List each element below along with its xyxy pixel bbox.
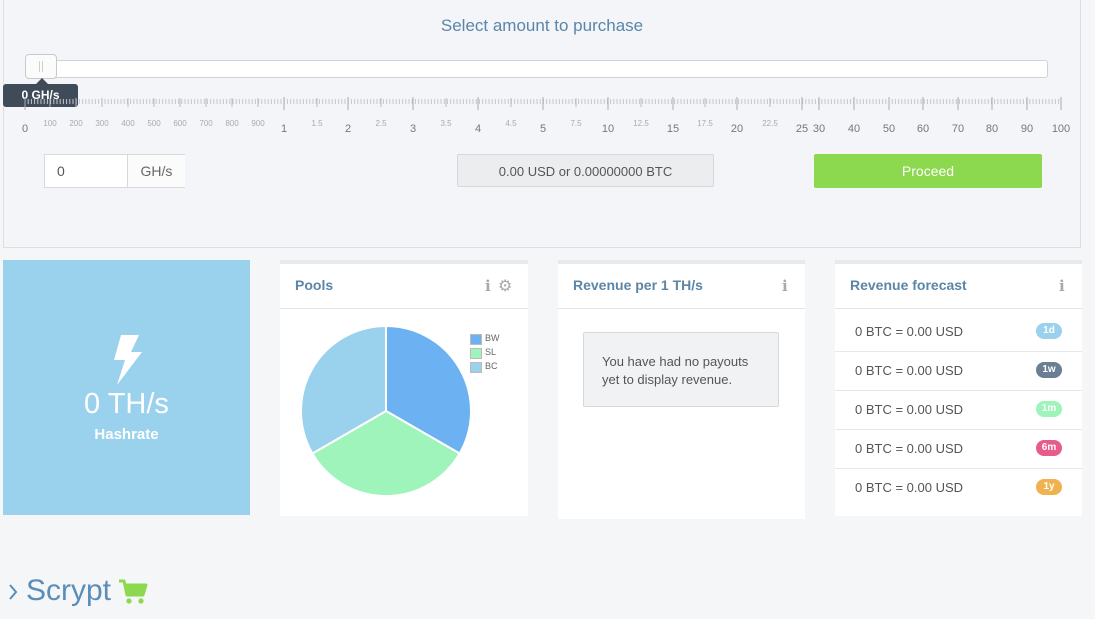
cart-icon[interactable] bbox=[118, 579, 148, 605]
no-payouts-line-1: You have had no payouts bbox=[602, 354, 749, 369]
proceed-button[interactable]: Proceed bbox=[814, 154, 1042, 188]
period-badge: 1d bbox=[1036, 323, 1062, 339]
scale-major-label: 40 bbox=[848, 123, 860, 135]
amount-unit-label: GH/s bbox=[127, 155, 185, 187]
scale-major-label: 25 bbox=[796, 123, 808, 135]
info-icon[interactable]: i bbox=[1059, 277, 1065, 295]
purchase-title: Select amount to purchase bbox=[440, 16, 644, 35]
legend-swatch bbox=[470, 348, 482, 359]
amount-input-group: GH/s bbox=[44, 154, 185, 188]
legend-swatch bbox=[470, 334, 482, 345]
revenue-panel-header: Revenue per 1 TH/s i bbox=[558, 264, 805, 309]
forecast-row: 0 BTC = 0.00 USD 6m bbox=[835, 429, 1082, 469]
hashrate-value: 0 TH/s bbox=[84, 388, 169, 420]
scale-major-label: 1 bbox=[281, 123, 287, 135]
info-icon[interactable]: i bbox=[485, 277, 491, 295]
scale-major-label: 80 bbox=[986, 123, 998, 135]
scale-major-label: 0 bbox=[22, 123, 28, 135]
scale-minor-label: 200 bbox=[69, 119, 83, 128]
revenue-panel: Revenue per 1 TH/s i You have had no pay… bbox=[558, 260, 805, 519]
forecast-value: 0 BTC = 0.00 USD bbox=[855, 324, 964, 339]
legend-label: SL bbox=[485, 347, 497, 357]
gear-icon[interactable]: ⚙ bbox=[498, 276, 512, 296]
period-badge: 6m bbox=[1036, 440, 1062, 456]
legend-item-bw: BW bbox=[469, 332, 500, 346]
pools-legend: BW SL BC bbox=[469, 332, 500, 374]
forecast-value: 0 BTC = 0.00 USD bbox=[855, 480, 964, 495]
scale-major-label: 50 bbox=[883, 123, 895, 135]
scale-major-label: 20 bbox=[731, 123, 743, 135]
forecast-value: 0 BTC = 0.00 USD bbox=[855, 363, 964, 378]
legend-label: BW bbox=[485, 333, 500, 343]
forecast-row: 0 BTC = 0.00 USD 1m bbox=[835, 390, 1082, 430]
scale-minor-label: 17.5 bbox=[697, 119, 713, 128]
pools-title: Pools bbox=[295, 277, 334, 293]
legend-label: BC bbox=[485, 361, 498, 371]
amount-slider-handle[interactable] bbox=[25, 54, 57, 79]
scale-minor-label: 3.5 bbox=[440, 119, 452, 128]
forecast-value: 0 BTC = 0.00 USD bbox=[855, 402, 964, 417]
pools-panel-header: Pools i ⚙ bbox=[280, 264, 528, 309]
price-display: 0.00 USD or 0.00000000 BTC bbox=[457, 154, 714, 187]
amount-input[interactable] bbox=[45, 155, 127, 187]
hashrate-tile: 0 TH/s Hashrate bbox=[3, 260, 250, 515]
forecast-panel: Revenue forecast i 0 BTC = 0.00 USD 1d 0 B… bbox=[835, 260, 1082, 516]
scale-major-label: 70 bbox=[952, 123, 964, 135]
scale-major-label: 5 bbox=[540, 123, 546, 135]
scale-major-label: 4 bbox=[475, 123, 481, 135]
scale-minor-label: 700 bbox=[199, 119, 213, 128]
forecast-title: Revenue forecast bbox=[850, 277, 967, 293]
scale-minor-label: 12.5 bbox=[633, 119, 649, 128]
forecast-value: 0 BTC = 0.00 USD bbox=[855, 441, 964, 456]
scale-major-label: 10 bbox=[602, 123, 614, 135]
period-badge: 1m bbox=[1036, 401, 1062, 417]
scale-major-label: 100 bbox=[1052, 123, 1070, 135]
scale-major-label: 15 bbox=[667, 123, 679, 135]
scale-major-label: 3 bbox=[410, 123, 416, 135]
hashrate-label: Hashrate bbox=[94, 426, 159, 443]
scale-minor-label: 600 bbox=[173, 119, 187, 128]
amount-slider-track[interactable] bbox=[26, 60, 1048, 78]
scale-minor-label: 4.5 bbox=[505, 119, 517, 128]
scale-minor-label: 800 bbox=[225, 119, 239, 128]
scale-minor-label: 500 bbox=[147, 119, 161, 128]
scale-major-label: 30 bbox=[813, 123, 825, 135]
purchase-panel: Select amount to purchase 0 GH/s 0 1 2 3 4 5 1… bbox=[3, 0, 1081, 248]
scale-minor-label: 22.5 bbox=[762, 119, 778, 128]
revenue-title: Revenue per 1 TH/s bbox=[573, 277, 703, 293]
scale-minor-label: 100 bbox=[43, 119, 57, 128]
no-payouts-message: You have had no payouts yet to display r… bbox=[583, 332, 779, 407]
chevron-right-icon bbox=[9, 584, 18, 600]
legend-swatch bbox=[470, 362, 482, 373]
scrypt-title: Scrypt bbox=[26, 574, 112, 607]
legend-item-sl: SL bbox=[469, 346, 500, 360]
forecast-row: 0 BTC = 0.00 USD 1d bbox=[835, 312, 1082, 352]
info-icon[interactable]: i bbox=[782, 277, 788, 295]
forecast-row: 0 BTC = 0.00 USD 1w bbox=[835, 351, 1082, 391]
scale-minor-label: 1.5 bbox=[311, 119, 323, 128]
scale-minor-label: 2.5 bbox=[375, 119, 387, 128]
bolt-icon bbox=[114, 335, 142, 385]
period-badge: 1w bbox=[1036, 362, 1062, 378]
legend-item-bc: BC bbox=[469, 360, 500, 374]
scale-minor-label: 7.5 bbox=[570, 119, 582, 128]
scale-major-label: 90 bbox=[1021, 123, 1033, 135]
no-payouts-line-2: yet to display revenue. bbox=[602, 372, 733, 387]
period-badge: 1y bbox=[1036, 479, 1062, 495]
pools-panel: Pools i ⚙ BW SL BC bbox=[280, 260, 528, 516]
scale-minor-label: 300 bbox=[95, 119, 109, 128]
forecast-row: 0 BTC = 0.00 USD 1y bbox=[835, 468, 1082, 507]
scale-minor-label: 400 bbox=[121, 119, 135, 128]
forecast-panel-header: Revenue forecast i bbox=[835, 264, 1082, 309]
scale-minor-label: 900 bbox=[251, 119, 265, 128]
scale-major-label: 60 bbox=[917, 123, 929, 135]
slider-scale: 0 1 2 3 4 5 10 15 20 25 30 40 50 60 70 80 90 100 100 200 300… bbox=[22, 97, 1070, 135]
scale-major-label: 2 bbox=[345, 123, 351, 135]
